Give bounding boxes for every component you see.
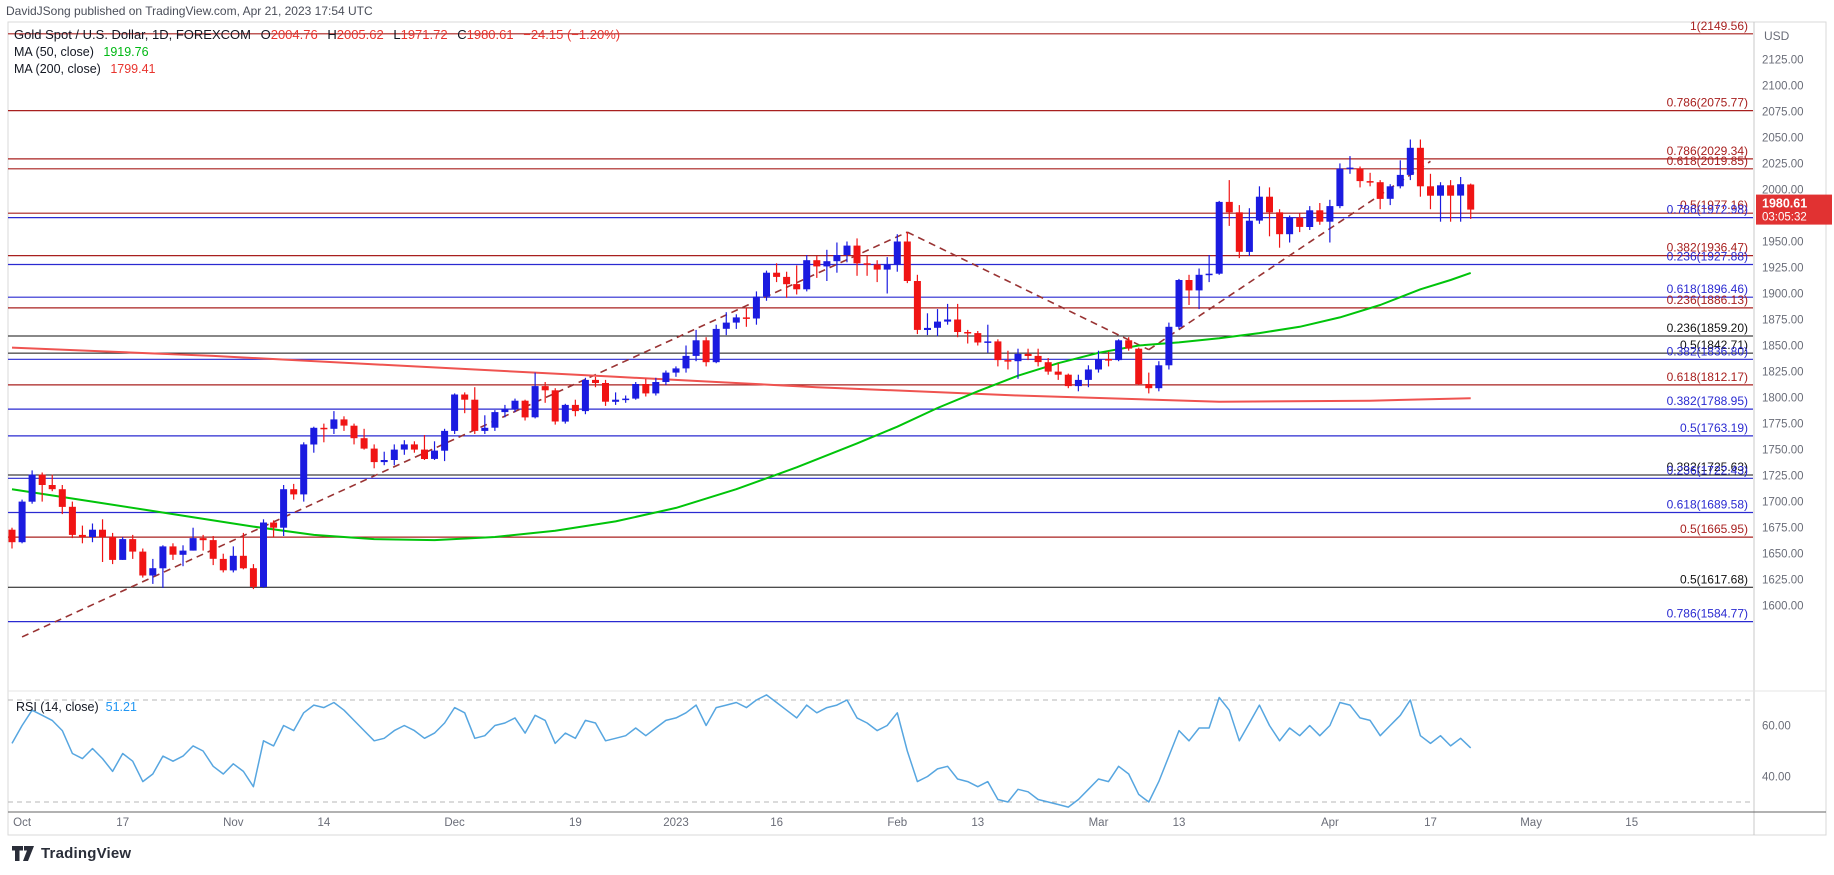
brand-wordmark: TradingView [41,845,131,862]
time-scale[interactable]: Oct 17 Nov 14 Dec 19 2023 16 Feb 13 Mar 13 Apr 17 May 1… [13,817,1638,829]
high-label: H [327,27,336,42]
svg-text:1675.00: 1675.00 [1762,523,1804,535]
svg-text:2023: 2023 [663,817,689,829]
svg-text:1900.00: 1900.00 [1762,289,1804,301]
svg-text:0.786(1584.77): 0.786(1584.77) [1667,607,1748,621]
low-value: 1971.72 [401,27,448,42]
svg-text:1750.00: 1750.00 [1762,445,1804,457]
open-label: O [261,27,271,42]
svg-text:2075.00: 2075.00 [1762,106,1804,118]
tradingview-logo-icon[interactable] [12,846,34,861]
close-label: C [457,27,466,42]
price-scale[interactable]: USD 2125.00 2100.00 2075.00 2050.00 2025.00 20… [1762,29,1804,613]
svg-text:0.618(1689.58): 0.618(1689.58) [1667,498,1748,512]
svg-text:1725.00: 1725.00 [1762,471,1804,483]
rsi-value: 51.21 [106,700,137,714]
svg-text:Mar: Mar [1089,817,1109,829]
svg-text:0.236(1886.13): 0.236(1886.13) [1667,293,1748,307]
svg-text:Nov: Nov [223,817,244,829]
ma50-label: MA (50, close) [14,45,94,59]
svg-text:60.00: 60.00 [1762,721,1791,733]
candles [9,140,1475,590]
svg-text:19: 19 [569,817,582,829]
svg-text:1700.00: 1700.00 [1762,497,1804,509]
svg-text:15: 15 [1625,817,1638,829]
svg-text:Feb: Feb [887,817,907,829]
ma200-line [12,348,1471,402]
svg-text:USD: USD [1764,29,1790,43]
ma50-line [12,273,1471,540]
close-value: 1980.61 [467,27,514,42]
svg-text:1850.00: 1850.00 [1762,341,1804,353]
svg-text:0.5(1617.68): 0.5(1617.68) [1680,572,1748,586]
svg-text:1650.00: 1650.00 [1762,549,1804,561]
tradingview-footer: TradingView [12,845,131,862]
high-value: 2005.62 [337,27,384,42]
svg-text:1600.00: 1600.00 [1762,601,1804,613]
svg-text:13: 13 [971,817,984,829]
svg-text:1980.61: 1980.61 [1762,197,1807,211]
svg-text:03:05:32: 03:05:32 [1762,212,1807,224]
rsi-scale[interactable]: 60.00 40.00 [1762,721,1791,784]
ma50-value: 1919.76 [103,45,148,59]
svg-text:13: 13 [1173,817,1186,829]
svg-text:2050.00: 2050.00 [1762,132,1804,144]
svg-text:0.786(1972.98): 0.786(1972.98) [1667,203,1748,217]
chart-frame [8,22,1826,835]
svg-text:1775.00: 1775.00 [1762,419,1804,431]
chart-legend: Gold Spot / U.S. Dollar, 1D, FOREXCOM O2… [14,27,620,79]
svg-text:0.786(2075.77): 0.786(2075.77) [1667,96,1748,110]
svg-text:Apr: Apr [1321,817,1339,829]
svg-text:0.236(1859.20): 0.236(1859.20) [1667,321,1748,335]
svg-text:Dec: Dec [444,817,465,829]
open-value: 2004.76 [271,27,318,42]
ma200-label: MA (200, close) [14,62,101,76]
svg-text:14: 14 [318,817,331,829]
rsi-legend[interactable]: RSI (14, close) 51.21 [16,700,137,714]
svg-text:1625.00: 1625.00 [1762,575,1804,587]
svg-text:1(2149.56): 1(2149.56) [1690,19,1748,33]
fib-level-lines [8,34,1753,622]
svg-text:1950.00: 1950.00 [1762,237,1804,249]
svg-text:May: May [1520,817,1542,829]
ma200-legend-row[interactable]: MA (200, close) 1799.41 [14,62,620,76]
svg-text:0.5(1665.95): 0.5(1665.95) [1680,522,1748,536]
svg-text:2025.00: 2025.00 [1762,158,1804,170]
rsi-label: RSI (14, close) [16,700,99,714]
rsi-pane [8,695,1753,807]
svg-text:0.382(1788.95): 0.382(1788.95) [1667,394,1748,408]
svg-text:0.618(2019.85): 0.618(2019.85) [1667,154,1748,168]
symbol-title[interactable]: Gold Spot / U.S. Dollar, 1D, FOREXCOM [14,27,251,42]
svg-text:0.382(1836.80): 0.382(1836.80) [1667,344,1748,358]
svg-text:2100.00: 2100.00 [1762,80,1804,92]
svg-text:2125.00: 2125.00 [1762,54,1804,66]
low-label: L [393,27,400,42]
ma200-value: 1799.41 [110,62,155,76]
fib-level-labels: 1(2149.56)0.786(2075.77)0.786(2029.34)0.… [1667,19,1748,621]
svg-text:17: 17 [116,817,129,829]
svg-text:0.5(1763.19): 0.5(1763.19) [1680,421,1748,435]
price-chart-canvas[interactable]: 1(2149.56)0.786(2075.77)0.786(2029.34)0.… [0,0,1834,875]
svg-text:40.00: 40.00 [1762,772,1791,784]
svg-text:0.236(1722.43): 0.236(1722.43) [1667,463,1748,477]
svg-text:17: 17 [1424,817,1437,829]
svg-text:0.236(1927.88): 0.236(1927.88) [1667,250,1748,264]
svg-text:2000.00: 2000.00 [1762,184,1804,196]
svg-text:16: 16 [770,817,783,829]
change-value: −24.15 (−1.20%) [523,27,620,42]
last-price-tag: 1980.6103:05:32 [1756,195,1832,225]
svg-text:0.618(1812.17): 0.618(1812.17) [1667,370,1748,384]
svg-text:1875.00: 1875.00 [1762,315,1804,327]
svg-text:Oct: Oct [13,817,32,829]
publish-attribution: DavidJSong published on TradingView.com,… [6,4,373,18]
svg-text:1925.00: 1925.00 [1762,263,1804,275]
ma50-legend-row[interactable]: MA (50, close) 1919.76 [14,45,620,59]
svg-text:1825.00: 1825.00 [1762,367,1804,379]
svg-text:1800.00: 1800.00 [1762,393,1804,405]
symbol-ohlc-row[interactable]: Gold Spot / U.S. Dollar, 1D, FOREXCOM O2… [14,27,620,42]
